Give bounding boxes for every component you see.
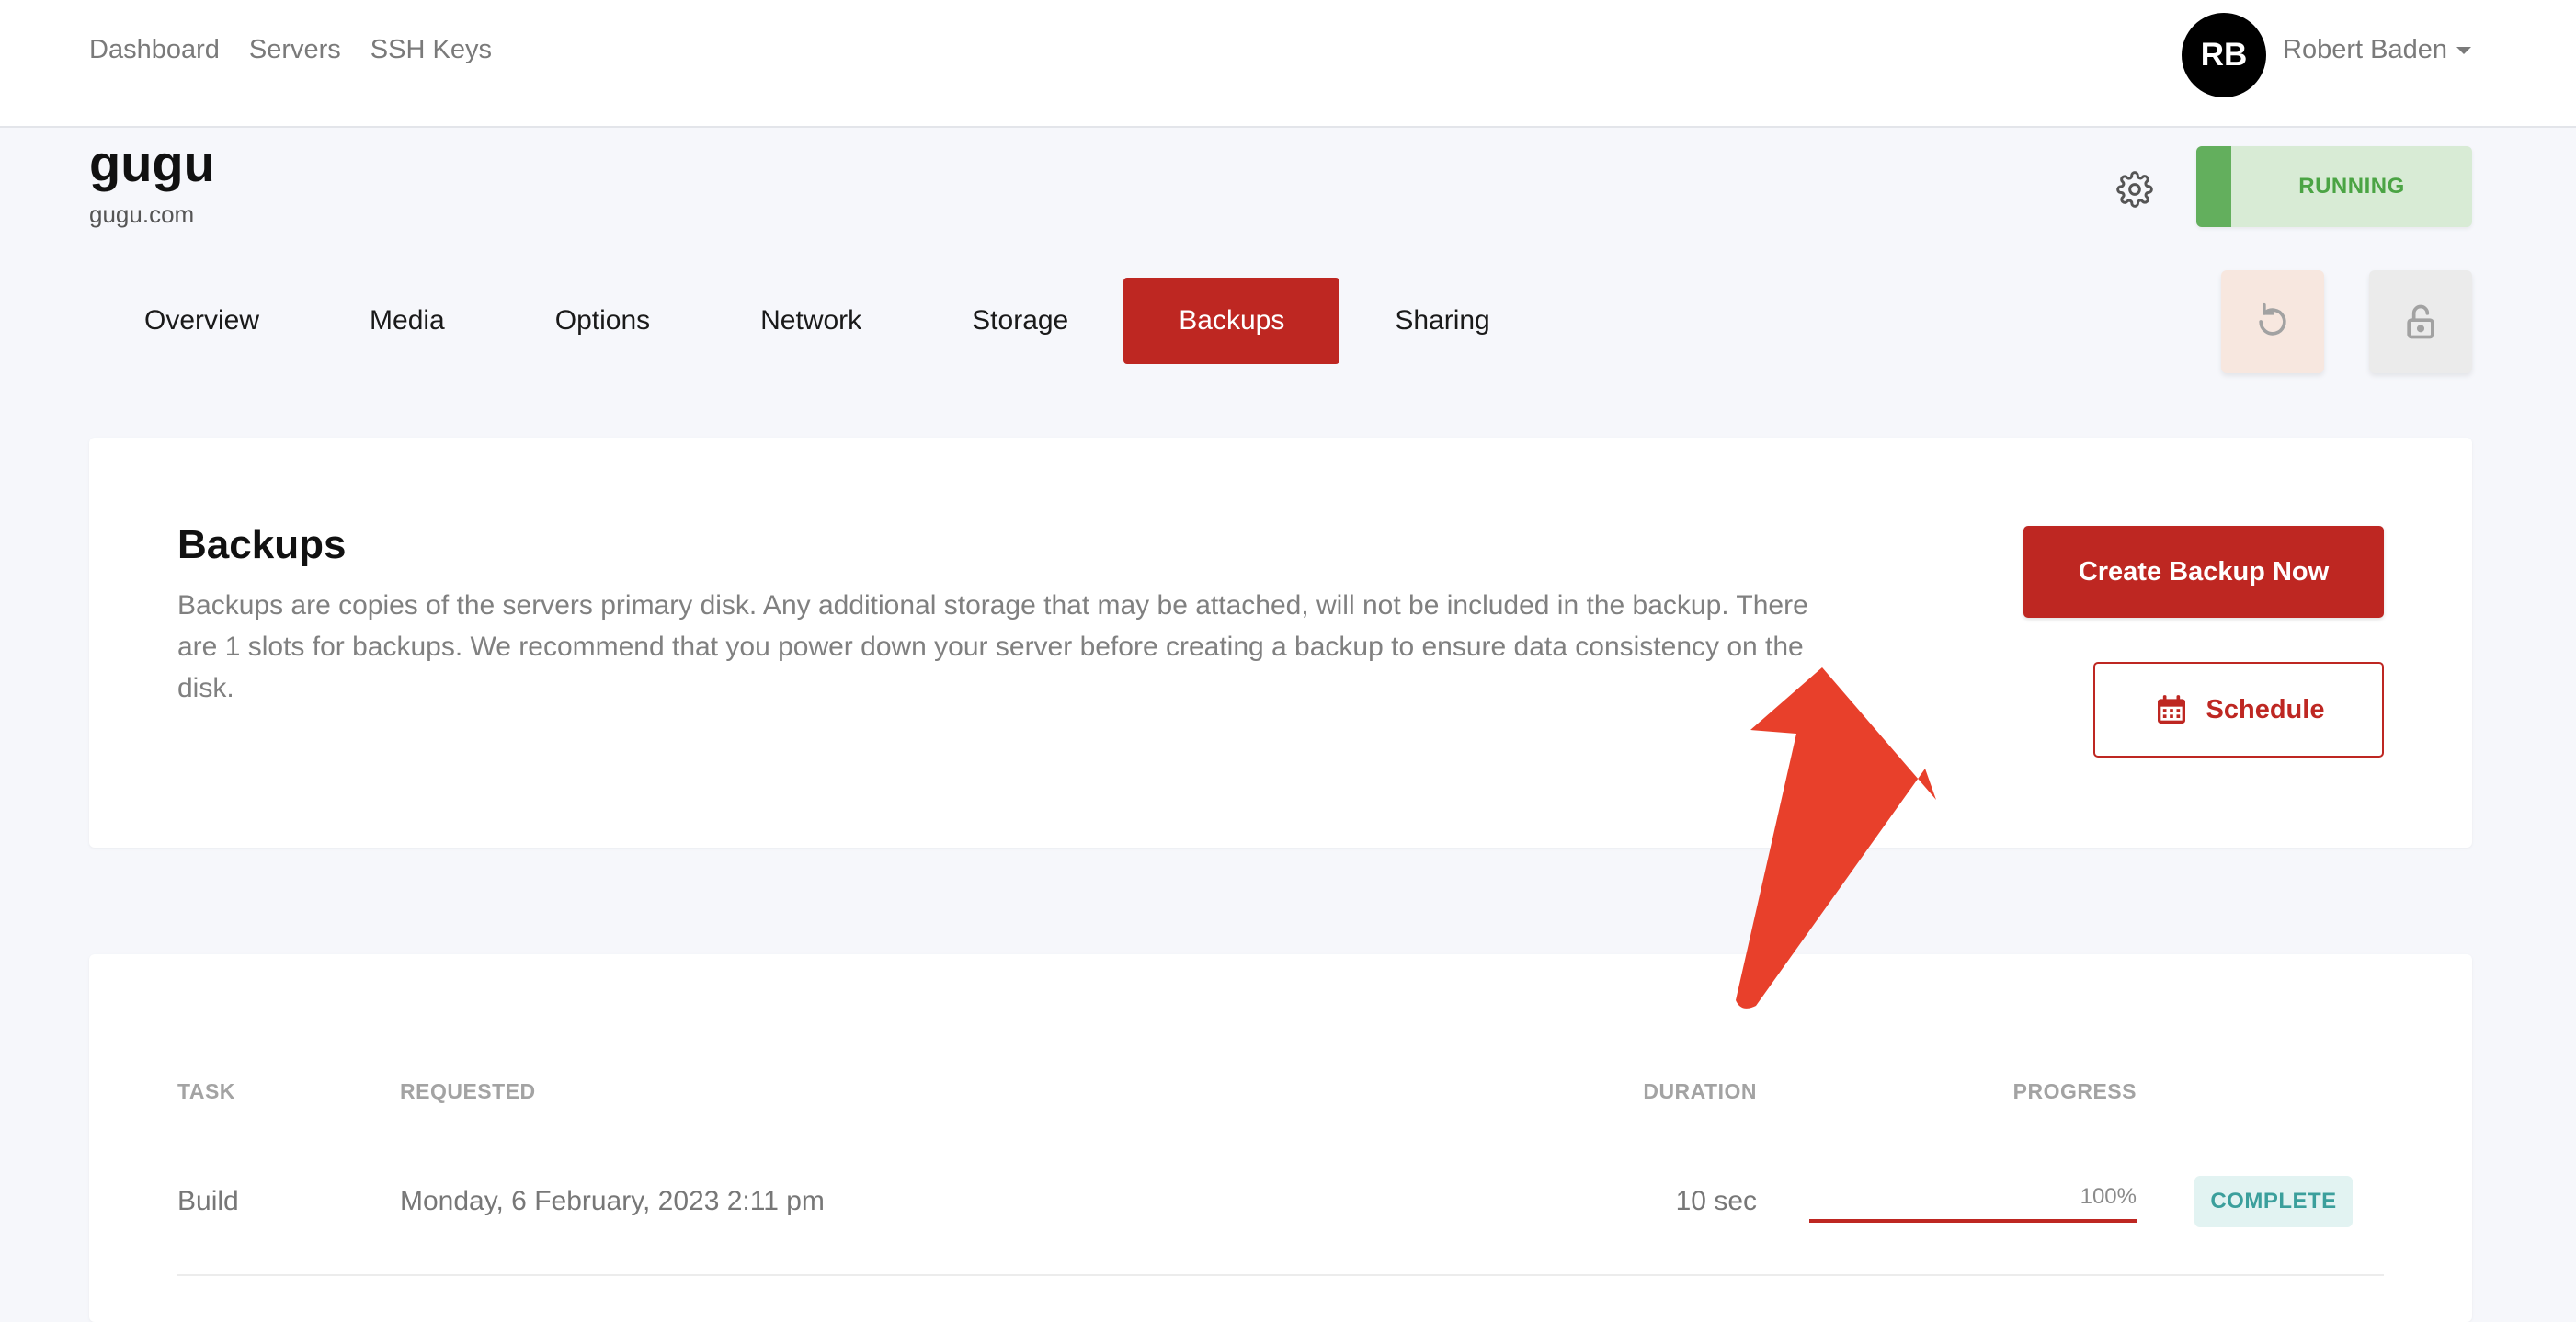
gear-icon[interactable] [2116,171,2153,208]
schedule-label: Schedule [2206,694,2325,724]
top-nav: Dashboard Servers SSH Keys [89,35,492,65]
tab-media[interactable]: Media [314,278,500,364]
tab-overview[interactable]: Overview [89,278,314,364]
progress-bar [1809,1219,2137,1223]
th-requested: REQUESTED [400,1079,536,1103]
tab-network[interactable]: Network [705,278,917,364]
server-domain: gugu.com [89,200,195,228]
server-name: gugu [89,134,215,192]
cell-progress-value: 100% [2080,1184,2137,1209]
backups-description: Backups are copies of the servers primar… [177,590,1808,703]
cell-requested: Monday, 6 February, 2023 2:11 pm [400,1186,825,1216]
th-task: TASK [177,1079,235,1103]
caret-down-icon [2456,46,2471,54]
status-text: RUNNING [2298,174,2405,199]
cell-duration: 10 sec [1675,1186,1757,1216]
annotation-arrow [1736,667,1936,1009]
th-progress: PROGRESS [2012,1079,2137,1103]
backups-title: Backups [177,522,347,567]
restart-icon [2259,302,2286,336]
schedule-button[interactable]: Schedule [2093,662,2384,758]
lock-button[interactable] [2369,270,2472,373]
restart-button[interactable] [2221,270,2324,373]
backup-tasks-card: TASK REQUESTED DURATION PROGRESS Build M… [89,954,2472,1322]
tab-storage[interactable]: Storage [917,278,1123,364]
calendar-icon [2157,695,2185,724]
backups-card: Backups Backups are copies of the server… [89,438,2472,848]
status-badge[interactable]: RUNNING [2196,146,2472,227]
status-complete-badge: COMPLETE [2194,1176,2353,1227]
tab-sharing[interactable]: Sharing [1339,278,1544,364]
status-indicator-strip [2196,146,2231,227]
nav-ssh-keys[interactable]: SSH Keys [370,35,492,65]
user-name: Robert Baden [2283,35,2447,64]
th-duration: DURATION [1643,1079,1757,1103]
nav-dashboard[interactable]: Dashboard [89,35,220,65]
user-menu[interactable]: Robert Baden [2283,35,2471,65]
unlock-icon [2407,304,2434,339]
tab-backups[interactable]: Backups [1123,278,1340,364]
row-divider [177,1274,2384,1276]
create-backup-button[interactable]: Create Backup Now [2023,526,2384,618]
server-tabs: Overview Media Options Network Storage B… [89,278,1545,364]
cell-task: Build [177,1186,239,1216]
nav-servers[interactable]: Servers [249,35,341,65]
top-bar: Dashboard Servers SSH Keys RB Robert Bad… [0,0,2576,128]
tab-options[interactable]: Options [500,278,705,364]
avatar[interactable]: RB [2182,13,2266,97]
